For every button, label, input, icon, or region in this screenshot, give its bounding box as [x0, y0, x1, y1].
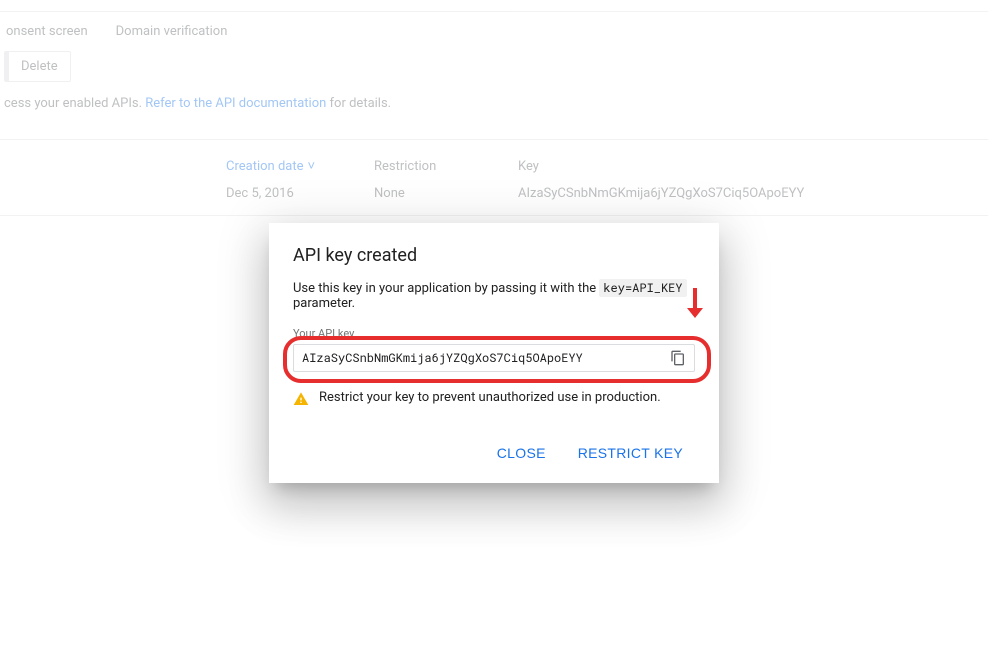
dialog-title: API key created — [293, 245, 695, 266]
copy-icon — [670, 350, 686, 366]
restrict-key-button[interactable]: Restrict key — [566, 435, 695, 471]
close-button[interactable]: Close — [485, 435, 558, 471]
dialog-description: Use this key in your application by pass… — [293, 280, 695, 311]
api-key-input[interactable] — [294, 345, 662, 371]
dialog-actions: Close Restrict key — [293, 435, 695, 471]
warning-message: Restrict your key to prevent unauthorize… — [293, 390, 695, 407]
api-key-field-wrapper: Your API key — [293, 327, 695, 372]
copy-button[interactable] — [662, 345, 694, 371]
warning-icon — [293, 391, 309, 407]
api-key-label: Your API key — [293, 327, 695, 340]
api-key-created-dialog: API key created Use this key in your app… — [269, 223, 719, 483]
modal-overlay: API key created Use this key in your app… — [0, 0, 988, 651]
param-code: key=API_KEY — [599, 279, 686, 297]
